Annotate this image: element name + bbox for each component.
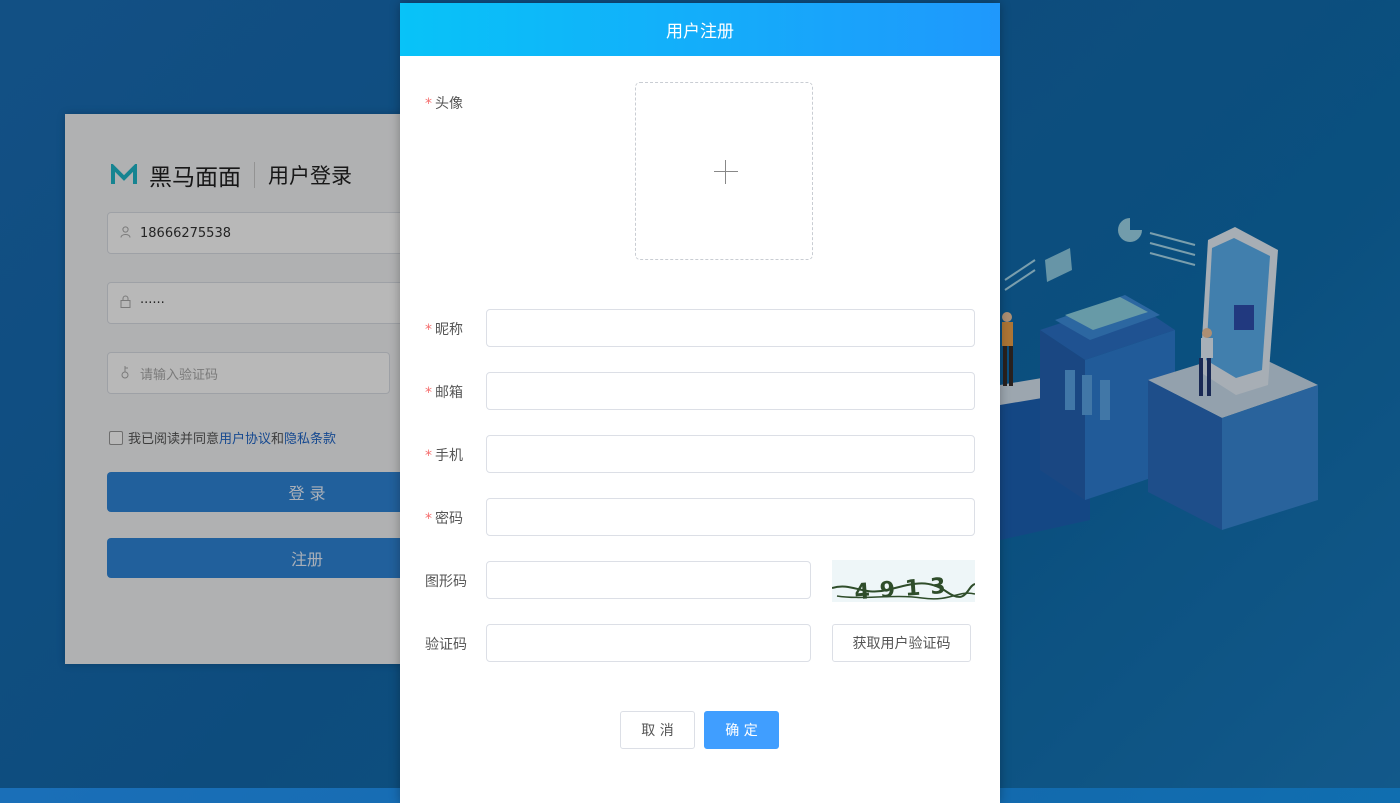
graphic-code-input[interactable] bbox=[486, 561, 811, 599]
captcha-text: 4913 bbox=[854, 573, 957, 602]
sms-code-input[interactable] bbox=[486, 624, 811, 662]
required-mark: * bbox=[425, 322, 432, 338]
confirm-button[interactable]: 确 定 bbox=[704, 711, 779, 749]
get-code-button[interactable]: 获取用户验证码 bbox=[832, 624, 971, 662]
required-mark: * bbox=[425, 511, 432, 527]
password-input[interactable] bbox=[486, 498, 975, 536]
phone-label-text: 手机 bbox=[435, 448, 463, 464]
required-mark: * bbox=[425, 448, 432, 464]
dialog-header: 用户注册 bbox=[400, 3, 1000, 56]
password-label: * 密码 bbox=[425, 508, 463, 528]
phone-label: * 手机 bbox=[425, 445, 463, 465]
sms-code-label: 验证码 bbox=[425, 637, 467, 653]
required-mark: * bbox=[425, 96, 432, 112]
register-dialog: 用户注册 * 头像 * 昵称 * 邮箱 * 手机 * 密码 图形码 4913 验证码 获取… bbox=[400, 3, 1000, 803]
nickname-label-text: 昵称 bbox=[435, 322, 463, 338]
email-label: * 邮箱 bbox=[425, 382, 463, 402]
email-input[interactable] bbox=[486, 372, 975, 410]
avatar-label-text: 头像 bbox=[435, 96, 463, 112]
captcha-image[interactable]: 4913 bbox=[832, 560, 975, 602]
password-label-text: 密码 bbox=[435, 511, 463, 527]
graphic-code-label: 图形码 bbox=[425, 574, 467, 590]
nickname-input[interactable] bbox=[486, 309, 975, 347]
required-mark: * bbox=[425, 385, 432, 401]
email-label-text: 邮箱 bbox=[435, 385, 463, 401]
nickname-label: * 昵称 bbox=[425, 319, 463, 339]
dialog-title: 用户注册 bbox=[666, 22, 734, 42]
phone-input[interactable] bbox=[486, 435, 975, 473]
cancel-button[interactable]: 取 消 bbox=[620, 711, 695, 749]
avatar-label: * 头像 bbox=[425, 93, 463, 113]
avatar-upload[interactable] bbox=[635, 82, 813, 260]
